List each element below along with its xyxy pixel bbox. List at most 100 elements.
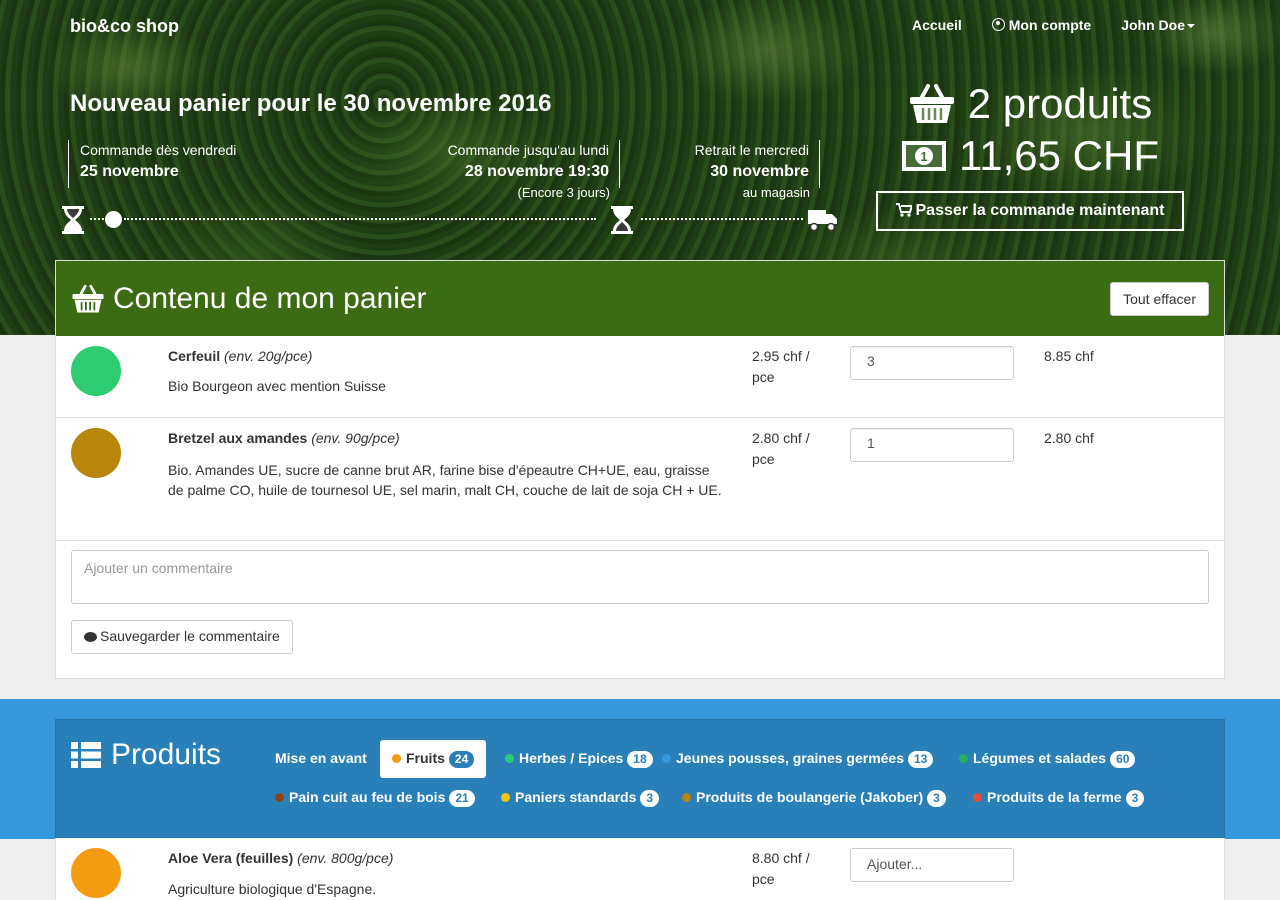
summary-products: 2 produits: [876, 78, 1184, 130]
category-color-dot: [501, 793, 510, 802]
category-count-badge: 13: [908, 751, 934, 768]
category-boulangerie[interactable]: Produits de boulangerie (Jakober) 3: [670, 779, 958, 817]
product-weight: (env. 20g/pce): [224, 348, 313, 364]
quantity-input[interactable]: 1: [850, 428, 1014, 462]
hero-banner: bio&co shop Accueil Mon compte John Doe …: [0, 0, 1280, 335]
checkout-button[interactable]: Passer la commande maintenant: [876, 191, 1184, 231]
category-label: Légumes et salades: [973, 750, 1107, 766]
step-pickup-date: 30 novembre: [710, 163, 809, 180]
category-color-dot: [662, 754, 671, 763]
product-description: Bio. Amandes UE, sucre de canne brut AR,…: [168, 462, 722, 498]
step-order-open: Commande dès vendredi 25 novembre: [68, 140, 236, 188]
category-paniers-standards[interactable]: Paniers standards 3: [489, 779, 671, 817]
product-line-total: 8.85 chf: [1044, 348, 1094, 364]
products-header: Produits Mise en avant Fruits 24 Herbes /…: [55, 719, 1225, 838]
product-name-text: Cerfeuil: [168, 348, 221, 364]
brand-logo[interactable]: bio&co shop: [70, 16, 179, 37]
product-name-text: Bretzel aux amandes: [168, 430, 308, 446]
category-color-dot: [505, 754, 514, 763]
step-order-deadline-date: 28 novembre 19:30: [464, 163, 609, 180]
list-icon: [71, 742, 101, 768]
category-label: Produits de boulangerie (Jakober): [696, 789, 924, 805]
category-jeunes-pousses[interactable]: Jeunes pousses, graines germées 13: [650, 740, 945, 778]
product-line-total: 2.80 chf: [1044, 430, 1094, 446]
category-color-dot: [973, 793, 982, 802]
products-title-text: Produits: [111, 738, 222, 771]
step-order-deadline-remaining: (Encore 3 jours): [517, 185, 610, 200]
product-color-swatch: [71, 848, 121, 898]
product-unit-price: 2.80 chf / pce: [752, 430, 810, 467]
step-order-deadline: Commande jusqu'au lundi 28 novembre 19:3…: [440, 140, 620, 188]
category-color-dot: [392, 754, 401, 763]
add-to-cart-input[interactable]: Ajouter...: [850, 848, 1014, 882]
timeline-current-marker: [105, 211, 122, 228]
product-description: Agriculture biologique d'Espagne.: [168, 881, 377, 897]
products-title: Produits: [71, 738, 221, 772]
truck-icon: [808, 210, 837, 232]
step-order-deadline-label: Commande jusqu'au lundi: [447, 142, 609, 158]
product-name: Aloe Vera (feuilles) (env. 800g/pce): [168, 850, 393, 866]
cart-item: Cerfeuil (env. 20g/pce) Bio Bourgeon ave…: [56, 336, 1224, 418]
category-count-badge: 3: [640, 790, 660, 807]
category-label: Produits de la ferme: [987, 789, 1122, 805]
category-count-badge: 21: [449, 790, 475, 807]
product-weight: (env. 90g/pce): [311, 430, 400, 446]
category-pain[interactable]: Pain cuit au feu de bois 21: [263, 779, 487, 817]
nav-account-link[interactable]: Mon compte: [991, 17, 1091, 33]
category-label: Jeunes pousses, graines germées: [676, 750, 904, 766]
summary-total: 1 11,65 CHF: [876, 130, 1184, 182]
top-nav: Accueil Mon compte John Doe: [912, 17, 1195, 33]
category-featured[interactable]: Mise en avant: [263, 740, 379, 776]
category-label: Fruits: [406, 750, 445, 766]
category-label: Pain cuit au feu de bois: [289, 789, 446, 805]
page-title: Nouveau panier pour le 30 novembre 2016: [70, 90, 552, 117]
category-color-dot: [682, 793, 691, 802]
product-color-swatch: [71, 428, 121, 478]
money-icon: 1: [902, 141, 946, 171]
product-weight: (env. 800g/pce): [297, 850, 394, 866]
cart-summary: 2 produits 1 11,65 CHF Passer la command…: [876, 78, 1184, 231]
hourglass-icon: [611, 206, 633, 234]
category-ferme[interactable]: Produits de la ferme 3: [961, 779, 1156, 817]
quantity-input[interactable]: 3: [850, 346, 1014, 380]
category-fruits[interactable]: Fruits 24: [380, 740, 487, 778]
product-description: Bio Bourgeon avec mention Suisse: [168, 378, 386, 394]
category-herbes-epices[interactable]: Herbes / Epices 18: [493, 740, 665, 778]
product-row: Aloe Vera (feuilles) (env. 800g/pce) Agr…: [56, 838, 1224, 900]
caret-down-icon: [1187, 24, 1195, 29]
category-count-badge: 3: [927, 790, 946, 807]
product-unit-price: 8.80 chf / pce: [752, 850, 810, 887]
product-name-text: Aloe Vera (feuilles): [168, 850, 294, 866]
category-count-badge: 24: [448, 751, 475, 768]
step-pickup: Retrait le mercredi 30 novembre: [640, 140, 820, 188]
product-name: Bretzel aux amandes (env. 90g/pce): [168, 430, 400, 446]
user-circle-icon: [991, 18, 1005, 31]
order-timeline: [58, 205, 838, 235]
category-label: Paniers standards: [515, 789, 637, 805]
checkout-button-label: Passer la commande maintenant: [915, 202, 1165, 219]
shopping-cart-icon: [895, 203, 912, 217]
comment-icon: [84, 632, 97, 642]
comment-textarea[interactable]: Ajouter un commentaire: [71, 550, 1209, 604]
save-comment-label: Sauvegarder le commentaire: [100, 628, 280, 644]
product-unit-price: 2.95 chf / pce: [752, 348, 810, 385]
summary-product-count: 2 produits: [967, 80, 1153, 127]
product-name: Cerfeuil (env. 20g/pce): [168, 348, 312, 364]
category-legumes-salades[interactable]: Légumes et salades 60: [947, 740, 1147, 778]
category-color-dot: [959, 754, 968, 763]
summary-total-amount: 11,65 CHF: [959, 132, 1159, 179]
category-count-badge: 18: [627, 751, 653, 768]
user-name: John Doe: [1121, 17, 1185, 33]
nav-home-link[interactable]: Accueil: [912, 17, 962, 33]
category-count-badge: 3: [1125, 790, 1145, 807]
category-label: Herbes / Epices: [519, 750, 624, 766]
category-count-badge: 60: [1110, 751, 1136, 768]
step-order-open-label: Commande dès vendredi: [80, 142, 237, 158]
category-color-dot: [275, 793, 284, 802]
user-menu-dropdown[interactable]: John Doe: [1121, 17, 1195, 33]
step-pickup-label: Retrait le mercredi: [694, 142, 809, 158]
hourglass-icon: [62, 206, 84, 234]
basket-icon: [909, 84, 954, 123]
save-comment-button[interactable]: Sauvegarder le commentaire: [71, 620, 293, 654]
step-order-open-date: 25 novembre: [80, 163, 179, 180]
